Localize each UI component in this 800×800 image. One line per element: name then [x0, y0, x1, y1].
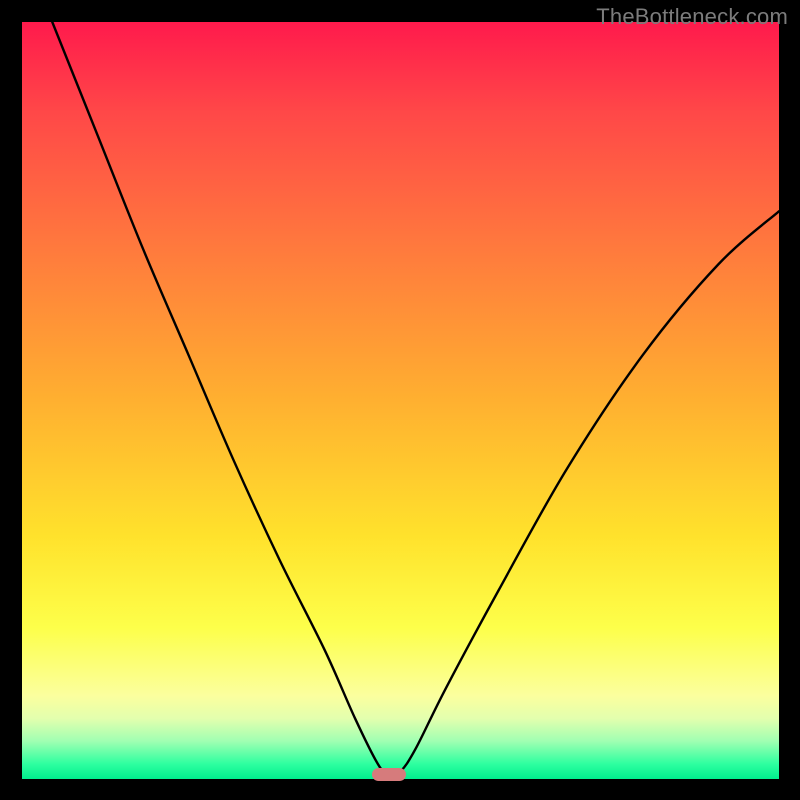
- minimum-marker: [372, 768, 406, 781]
- bottleneck-curve: [22, 22, 779, 779]
- watermark-text: TheBottleneck.com: [596, 4, 788, 30]
- plot-area: [22, 22, 779, 779]
